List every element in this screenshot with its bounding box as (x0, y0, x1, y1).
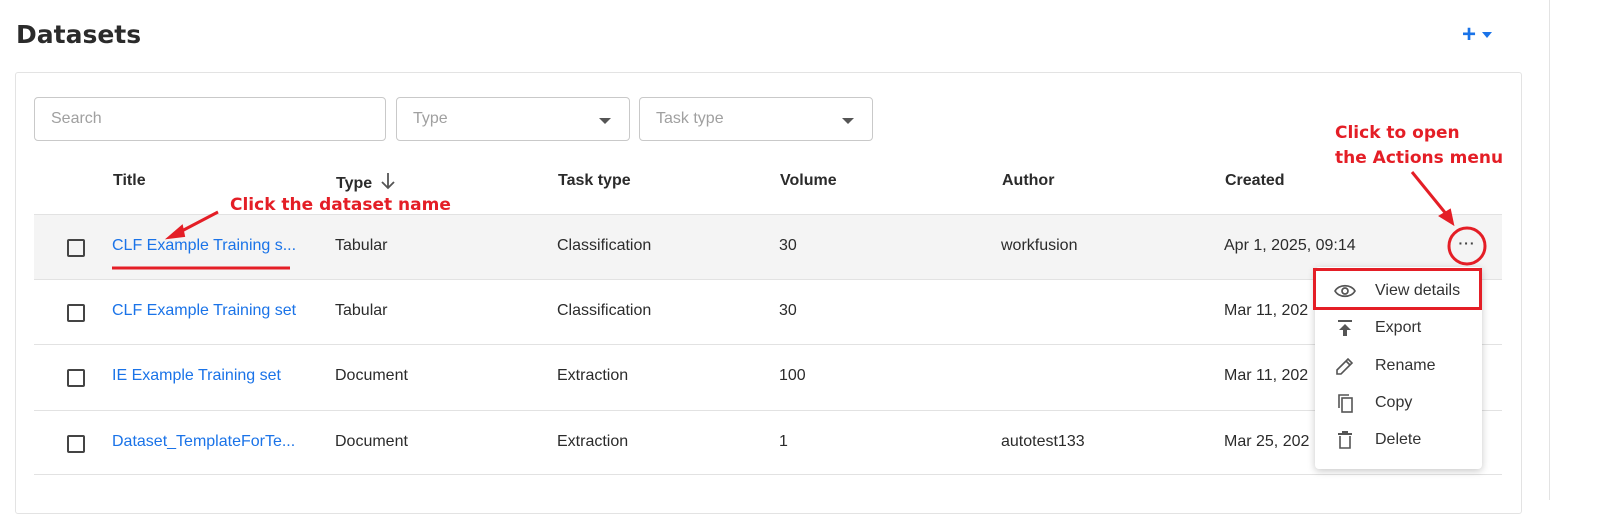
dataset-volume: 1 (779, 433, 788, 450)
dataset-type: Tabular (335, 237, 388, 254)
dataset-title-link[interactable]: CLF Example Training set (112, 302, 296, 320)
dataset-task-type: Classification (557, 237, 652, 254)
annotation-actions-line1: Click to open (1335, 123, 1460, 143)
search-input[interactable] (35, 98, 385, 140)
add-dataset-button[interactable]: + (1462, 21, 1493, 48)
dataset-type: Document (335, 367, 408, 384)
chevron-down-icon (599, 118, 611, 124)
pencil-icon (1334, 355, 1356, 377)
row-checkbox[interactable] (67, 435, 85, 453)
dataset-title-link[interactable]: IE Example Training set (112, 367, 281, 385)
dataset-type: Tabular (335, 302, 388, 319)
trash-icon (1334, 429, 1356, 451)
table-row[interactable]: CLF Example Training s... Tabular Classi… (34, 214, 1502, 279)
column-header-created[interactable]: Created (1225, 172, 1285, 190)
column-header-task-type[interactable]: Task type (558, 172, 631, 190)
dataset-author: autotest133 (1001, 433, 1085, 450)
menu-item-rename[interactable]: Rename (1315, 348, 1482, 384)
column-header-author[interactable]: Author (1002, 172, 1054, 190)
menu-item-label: Export (1375, 319, 1422, 336)
row-checkbox[interactable] (67, 369, 85, 387)
menu-item-label: Copy (1375, 394, 1413, 411)
column-header-volume[interactable]: Volume (780, 172, 837, 190)
dataset-volume: 30 (779, 237, 797, 254)
annotation-click-dataset-name: Click the dataset name (230, 195, 451, 215)
row-checkbox[interactable] (67, 304, 85, 322)
task-type-filter-placeholder: Task type (656, 110, 724, 127)
search-field[interactable] (34, 97, 386, 141)
dataset-created: Mar 25, 202 (1224, 433, 1310, 450)
dataset-created: Mar 11, 202 (1224, 367, 1309, 384)
type-filter-placeholder: Type (413, 110, 448, 127)
dataset-task-type: Classification (557, 302, 652, 319)
menu-item-export[interactable]: Export (1315, 310, 1482, 346)
menu-item-copy[interactable]: Copy (1315, 385, 1482, 421)
task-type-filter-select[interactable]: Task type (639, 97, 873, 141)
copy-icon (1334, 392, 1356, 414)
dataset-task-type: Extraction (557, 433, 629, 450)
page-title: Datasets (16, 20, 142, 49)
dataset-created: Apr 1, 2025, 09:14 (1224, 237, 1356, 254)
column-header-type[interactable]: Type (336, 172, 396, 195)
dataset-created: Mar 11, 202 (1224, 302, 1309, 319)
dataset-volume: 30 (779, 302, 797, 319)
menu-item-label: Rename (1375, 357, 1436, 374)
plus-icon: + (1462, 21, 1477, 48)
panel-divider (1549, 0, 1550, 500)
row-actions-button[interactable]: ··· (1450, 231, 1484, 261)
sort-down-arrow-icon[interactable] (380, 172, 396, 195)
dataset-task-type: Extraction (557, 367, 629, 384)
annotation-actions-line2: the Actions menu (1335, 148, 1504, 168)
table-row[interactable]: IE Example Training set Document Extract… (34, 344, 1502, 409)
more-horizontal-icon: ··· (1458, 235, 1476, 251)
dataset-type: Document (335, 433, 408, 450)
caret-down-icon (1482, 32, 1493, 38)
dataset-author: workfusion (1001, 237, 1078, 254)
menu-item-label: Delete (1375, 431, 1422, 448)
dataset-title-link[interactable]: CLF Example Training s... (112, 237, 296, 255)
chevron-down-icon (842, 118, 854, 124)
column-header-title[interactable]: Title (113, 172, 146, 190)
dataset-title-link[interactable]: Dataset_TemplateForTe... (112, 433, 295, 451)
dataset-volume: 100 (779, 367, 806, 384)
table-row[interactable]: CLF Example Training set Tabular Classif… (34, 279, 1502, 344)
table-row[interactable]: Dataset_TemplateForTe... Document Extrac… (34, 410, 1502, 475)
export-icon (1334, 317, 1356, 339)
menu-item-delete[interactable]: Delete (1315, 422, 1482, 458)
view-details-highlight-box (1313, 268, 1482, 310)
row-checkbox[interactable] (67, 239, 85, 257)
type-filter-select[interactable]: Type (396, 97, 630, 141)
column-header-type-label: Type (336, 175, 373, 192)
